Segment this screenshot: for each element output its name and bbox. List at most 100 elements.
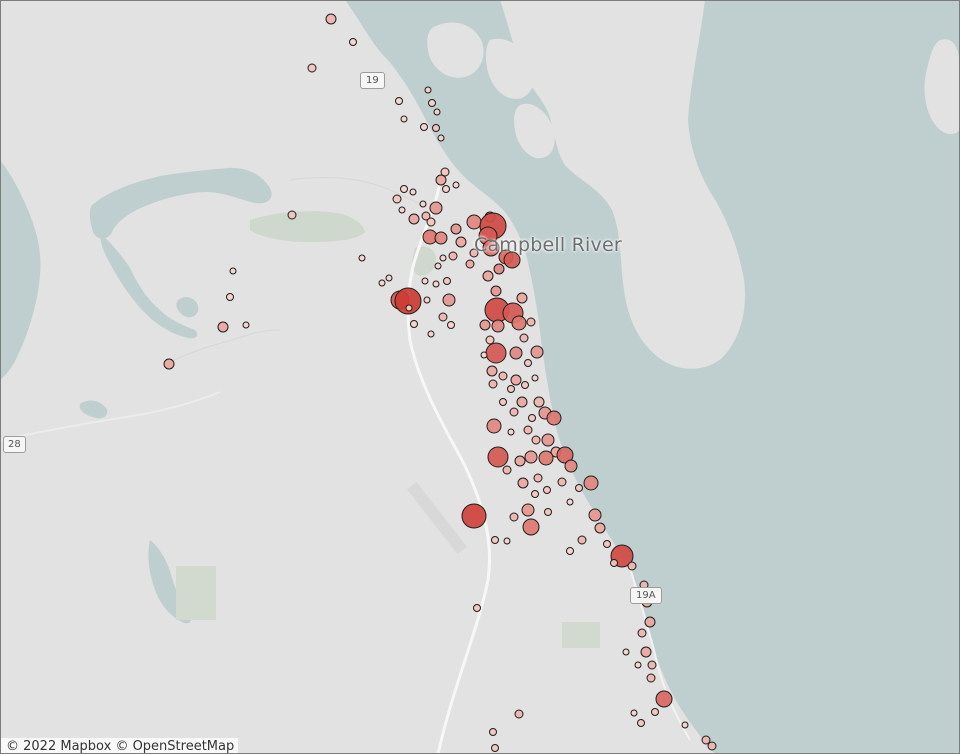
data-marker[interactable]	[594, 522, 606, 534]
data-marker[interactable]	[644, 616, 656, 628]
data-marker[interactable]	[531, 490, 539, 498]
data-marker[interactable]	[538, 450, 554, 466]
data-marker[interactable]	[452, 181, 460, 189]
data-marker[interactable]	[473, 604, 481, 612]
data-marker[interactable]	[488, 379, 498, 389]
data-marker[interactable]	[577, 535, 587, 545]
data-marker[interactable]	[466, 214, 482, 230]
data-marker[interactable]	[438, 312, 448, 322]
data-marker[interactable]	[546, 410, 562, 426]
data-marker[interactable]	[651, 708, 659, 716]
data-marker[interactable]	[287, 210, 297, 220]
data-marker[interactable]	[681, 721, 689, 729]
data-marker[interactable]	[533, 396, 545, 408]
data-marker[interactable]	[566, 547, 574, 555]
data-marker[interactable]	[217, 321, 229, 333]
data-marker[interactable]	[516, 396, 528, 408]
data-marker[interactable]	[524, 450, 538, 464]
data-marker[interactable]	[507, 385, 515, 393]
data-marker[interactable]	[435, 174, 447, 186]
data-marker[interactable]	[448, 251, 458, 261]
data-marker[interactable]	[426, 217, 436, 227]
data-marker[interactable]	[423, 296, 431, 304]
data-marker[interactable]	[486, 365, 498, 377]
data-marker[interactable]	[480, 351, 488, 359]
data-marker[interactable]	[429, 201, 443, 215]
data-marker[interactable]	[630, 709, 638, 717]
data-marker[interactable]	[498, 371, 508, 381]
data-marker[interactable]	[509, 346, 523, 360]
data-marker[interactable]	[408, 213, 420, 225]
map-attribution[interactable]: © 2022 Mapbox © OpenStreetMap	[0, 738, 239, 754]
data-marker[interactable]	[419, 200, 427, 208]
data-marker[interactable]	[442, 185, 450, 193]
data-marker[interactable]	[358, 254, 366, 262]
data-marker[interactable]	[491, 319, 505, 333]
data-marker[interactable]	[519, 333, 529, 343]
data-marker[interactable]	[575, 484, 583, 492]
data-marker[interactable]	[588, 508, 602, 522]
data-marker[interactable]	[491, 536, 499, 544]
data-marker[interactable]	[627, 561, 637, 571]
data-marker[interactable]	[487, 446, 509, 468]
data-marker[interactable]	[503, 537, 511, 545]
data-marker[interactable]	[400, 115, 408, 123]
data-marker[interactable]	[530, 345, 544, 359]
data-marker[interactable]	[510, 374, 522, 386]
data-marker[interactable]	[398, 206, 406, 214]
data-marker[interactable]	[583, 475, 599, 491]
data-marker[interactable]	[489, 728, 497, 736]
data-marker[interactable]	[465, 259, 475, 269]
data-marker[interactable]	[486, 418, 502, 434]
data-marker[interactable]	[541, 433, 555, 447]
data-marker[interactable]	[522, 518, 540, 536]
data-marker[interactable]	[385, 274, 393, 282]
data-marker[interactable]	[163, 358, 175, 370]
data-marker[interactable]	[421, 277, 429, 285]
data-marker[interactable]	[424, 86, 432, 94]
data-marker[interactable]	[493, 263, 505, 275]
data-marker[interactable]	[349, 38, 357, 46]
data-marker[interactable]	[242, 321, 250, 329]
data-marker[interactable]	[400, 185, 408, 193]
data-marker[interactable]	[544, 508, 552, 516]
data-marker[interactable]	[395, 97, 403, 105]
data-marker[interactable]	[531, 435, 541, 445]
data-marker[interactable]	[517, 477, 529, 489]
data-marker[interactable]	[543, 486, 551, 494]
data-marker[interactable]	[410, 320, 418, 328]
data-marker[interactable]	[461, 503, 487, 529]
data-marker[interactable]	[479, 319, 491, 331]
data-marker[interactable]	[432, 280, 440, 288]
data-marker[interactable]	[655, 690, 673, 708]
data-marker[interactable]	[526, 317, 536, 327]
data-marker[interactable]	[637, 628, 647, 638]
data-marker[interactable]	[640, 646, 652, 658]
data-marker[interactable]	[637, 719, 645, 727]
data-marker[interactable]	[528, 414, 536, 422]
data-marker[interactable]	[524, 359, 532, 367]
data-marker[interactable]	[482, 270, 494, 282]
data-marker[interactable]	[409, 188, 417, 196]
data-marker[interactable]	[646, 673, 656, 683]
data-marker[interactable]	[509, 407, 519, 417]
data-marker[interactable]	[647, 660, 657, 670]
data-marker[interactable]	[511, 315, 527, 331]
data-marker[interactable]	[443, 277, 451, 285]
data-marker[interactable]	[427, 330, 435, 338]
data-marker[interactable]	[485, 342, 507, 364]
data-marker[interactable]	[634, 661, 642, 669]
data-marker[interactable]	[226, 293, 234, 301]
data-marker[interactable]	[420, 123, 428, 131]
data-marker[interactable]	[707, 741, 717, 751]
data-marker[interactable]	[566, 498, 574, 506]
data-marker[interactable]	[514, 709, 524, 719]
data-marker[interactable]	[428, 99, 436, 107]
data-marker[interactable]	[434, 262, 442, 270]
data-marker[interactable]	[516, 292, 528, 304]
data-marker[interactable]	[432, 124, 440, 132]
mapbox-attribution-link[interactable]: © 2022 Mapbox	[6, 739, 111, 754]
data-marker[interactable]	[523, 425, 533, 435]
data-marker[interactable]	[450, 223, 462, 235]
data-marker[interactable]	[433, 108, 441, 116]
